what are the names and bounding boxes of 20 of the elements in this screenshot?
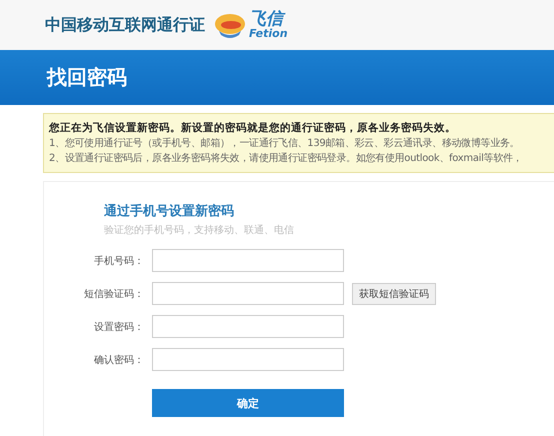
notice-text: 1、您可使用通行证号（或手机号、邮箱），一证通行飞信、139邮箱、彩云、彩云通讯录、移动微博等业务。 — [49, 136, 520, 151]
field-label: 手机号码： — [93, 254, 144, 268]
confirm-button[interactable]: 确定 — [152, 389, 344, 417]
input-field[interactable] — [152, 348, 344, 371]
notice-text: 2、设置通行证密码后，原各业务密码将失效，请使用通行证密码登录。如您有使用outlook、foxmail等软件， — [49, 152, 524, 166]
input-field[interactable] — [152, 315, 344, 338]
site-title: 中国移动互联网通行证 — [45, 14, 205, 36]
get-code-button[interactable]: 获取短信验证码 — [352, 283, 436, 305]
field-label: 确认密码： — [93, 354, 144, 366]
logo-icon — [213, 11, 247, 39]
input-field[interactable] — [152, 249, 344, 272]
field-label: 设置密码： — [93, 320, 144, 334]
notice-heading: 您正在为飞信设置新密码。新设置的密码就是您的通行证密码，原各业务密码失效。 — [49, 120, 457, 136]
logo-text: 飞信 — [249, 11, 288, 28]
field-label: 短信验证码： — [83, 288, 144, 300]
form-title: 通过手机号设置新密码 — [104, 202, 235, 220]
page-title: 找回密码 — [47, 64, 127, 91]
form-subtitle: 验证您的手机号码，支持移动、联通、电信 — [104, 224, 295, 237]
input-field[interactable] — [152, 282, 344, 305]
logo-subtext: Fetion — [249, 28, 288, 39]
